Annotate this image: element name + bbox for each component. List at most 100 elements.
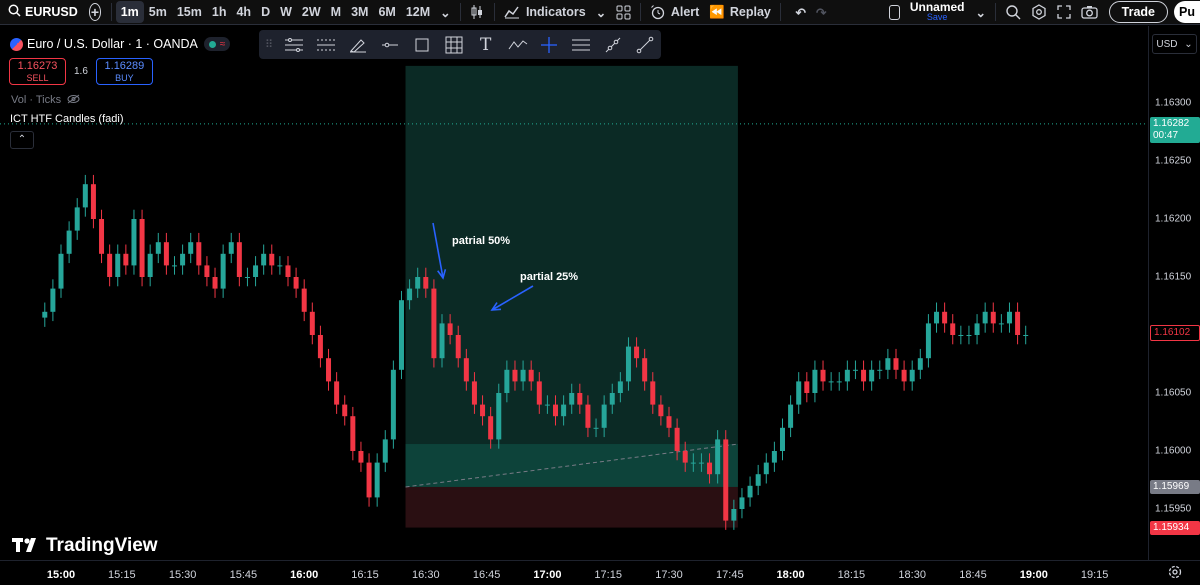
annotation-partial-25[interactable]: partial 25% [520,271,578,283]
indicator-legend[interactable]: ICT HTF Candles (fadi) [10,113,124,125]
multi-line-tool-icon[interactable] [279,30,311,59]
horizontal-line-tool-icon[interactable] [374,30,406,59]
quick-search-icon[interactable] [1000,1,1026,23]
time-tick: 15:45 [229,569,258,581]
volume-legend[interactable]: Vol · Ticks [11,93,80,107]
interval-2w[interactable]: 2W [297,1,326,23]
symbol-search-button[interactable]: EURUSD [0,1,83,23]
candle-body [520,369,526,382]
candle-type-icon[interactable] [464,1,490,23]
chevron-down-icon[interactable]: ⌄ [435,1,455,23]
price-axis[interactable]: USD ⌄ 1.16300 1.16250 1.16200 1.16150 1.1610… [1148,26,1200,560]
trend-line-tool-icon[interactable] [629,30,661,59]
eye-hidden-icon[interactable] [67,93,80,107]
interval-6m[interactable]: 6M [373,1,400,23]
interval-m[interactable]: M [326,1,346,23]
candle-body [350,416,356,451]
text-tool-icon[interactable]: T [470,30,502,59]
interval-1m[interactable]: 1m [115,1,144,23]
ray-tool-icon[interactable] [597,30,629,59]
chevron-down-icon[interactable]: ⌄ [971,1,991,23]
sell-buy-panel: 1.16273 SELL 1.6 1.16289 BUY [9,58,153,85]
grid-tool-icon[interactable] [438,30,470,59]
template-tool-icon[interactable] [310,30,342,59]
time-tick: 18:30 [898,569,926,581]
layout-name-button[interactable]: Unnamed Save [909,0,965,22]
candle-body [228,242,234,254]
candle-body [625,346,631,382]
candle-body [804,381,810,393]
interval-d[interactable]: D [256,1,275,23]
checkbox-icon[interactable] [889,4,900,20]
camera-icon[interactable] [1076,1,1103,23]
price-chart[interactable] [0,26,1148,560]
chevron-up-icon: ⌃ [17,134,27,145]
currency-flag-icon [10,37,23,51]
buy-button[interactable]: 1.16289 BUY [95,58,153,85]
drag-handle-icon[interactable]: ⠿ [265,38,279,51]
rectangle-tool-icon[interactable] [406,30,438,59]
crosshair-tool-icon[interactable] [534,30,566,59]
candle-body [455,335,461,359]
redo-icon[interactable]: ↷ [811,1,831,23]
candle-body [901,369,907,382]
market-status-badge[interactable]: ≈ [203,37,231,51]
tradingview-logo[interactable]: TradingView [12,535,158,557]
tradingview-logo-icon [12,536,40,557]
layout-grid-icon[interactable] [611,1,636,23]
publish-button[interactable]: Pu [1174,1,1200,23]
replay-button[interactable]: ⏪ Replay [704,1,776,23]
divider [111,3,112,21]
time-axis[interactable]: 15:00 15:15 15:30 15:45 16:00 16:15 16:30 16:45… [0,560,1200,585]
market-open-dot-icon [208,40,216,48]
add-symbol-icon[interactable]: + [88,3,102,21]
interval-3m[interactable]: 3M [346,1,373,23]
candle-body [528,369,534,382]
interval-12m[interactable]: 12M [401,1,435,23]
collapse-legend-button[interactable]: ⌃ [10,131,34,149]
brush-tool-icon[interactable] [342,30,374,59]
time-tick: 19:15 [1080,569,1109,581]
candle-body [1015,311,1021,335]
time-tick: 16:30 [412,569,440,581]
annotation-partial-50[interactable]: patrial 50% [452,235,510,247]
sell-button[interactable]: 1.16273 SELL [9,58,66,85]
interval-5m[interactable]: 5m [144,1,172,23]
candle-body [277,265,283,267]
candle-body [731,509,737,521]
trend-path-tool-icon[interactable] [502,30,534,59]
currency-selector[interactable]: USD ⌄ [1152,34,1197,54]
candle-body [861,369,867,382]
indicators-button[interactable]: Indicators [499,1,591,23]
indicators-label: Indicators [525,5,586,19]
candle-body [334,381,340,405]
candle-body [326,358,332,382]
candle-body [147,253,153,277]
settings-gear-icon[interactable] [1026,1,1052,23]
interval-w[interactable]: W [275,1,297,23]
candle-body [650,381,656,405]
volume-label: Vol · Ticks [11,94,62,106]
fullscreen-icon[interactable] [1052,1,1076,23]
candle-body [463,358,469,382]
candle-body [771,451,777,463]
interval-1h[interactable]: 1h [207,1,232,23]
stop-price-label: 1.15934 [1150,520,1200,535]
time-tick: 16:45 [472,569,501,581]
chevron-down-icon[interactable]: ⌄ [591,1,611,23]
candle-body [609,393,615,405]
candle-body [536,381,542,405]
trade-button[interactable]: Trade [1108,1,1168,23]
candle-body [739,497,745,509]
candle-body [601,404,607,428]
layout-name-label: Unnamed [909,0,965,14]
interval-15m[interactable]: 15m [172,1,207,23]
candle-body [488,416,494,440]
chevron-down-icon: ⌄ [1184,38,1193,50]
alert-button[interactable]: Alert [645,1,704,23]
undo-icon[interactable]: ↶ [791,1,811,23]
interval-4h[interactable]: 4h [231,1,256,23]
parallel-lines-tool-icon[interactable] [565,30,597,59]
sell-label: SELL [26,73,49,83]
chart-settings-gear-icon[interactable] [1168,565,1182,582]
